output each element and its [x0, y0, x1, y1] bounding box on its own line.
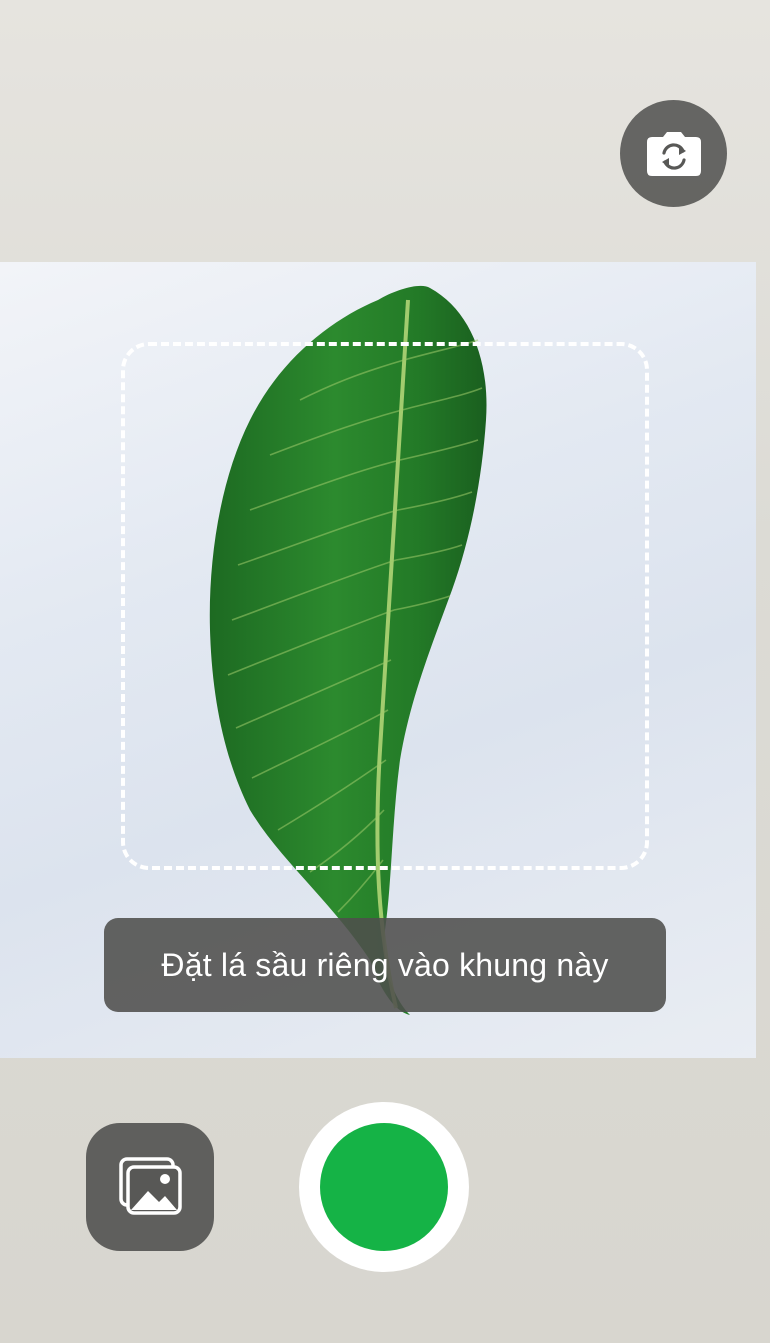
hint-tooltip: Đặt lá sầu riêng vào khung này: [104, 918, 666, 1012]
hint-text: Đặt lá sầu riêng vào khung này: [161, 946, 609, 983]
gallery-button[interactable]: [86, 1123, 214, 1251]
scan-frame: [121, 342, 649, 870]
image-gallery-icon: [119, 1157, 182, 1215]
shutter-button-inner: [320, 1123, 448, 1251]
shutter-button[interactable]: [299, 1102, 469, 1272]
camera-switch-icon: [646, 131, 701, 176]
switch-camera-button[interactable]: [620, 100, 727, 207]
